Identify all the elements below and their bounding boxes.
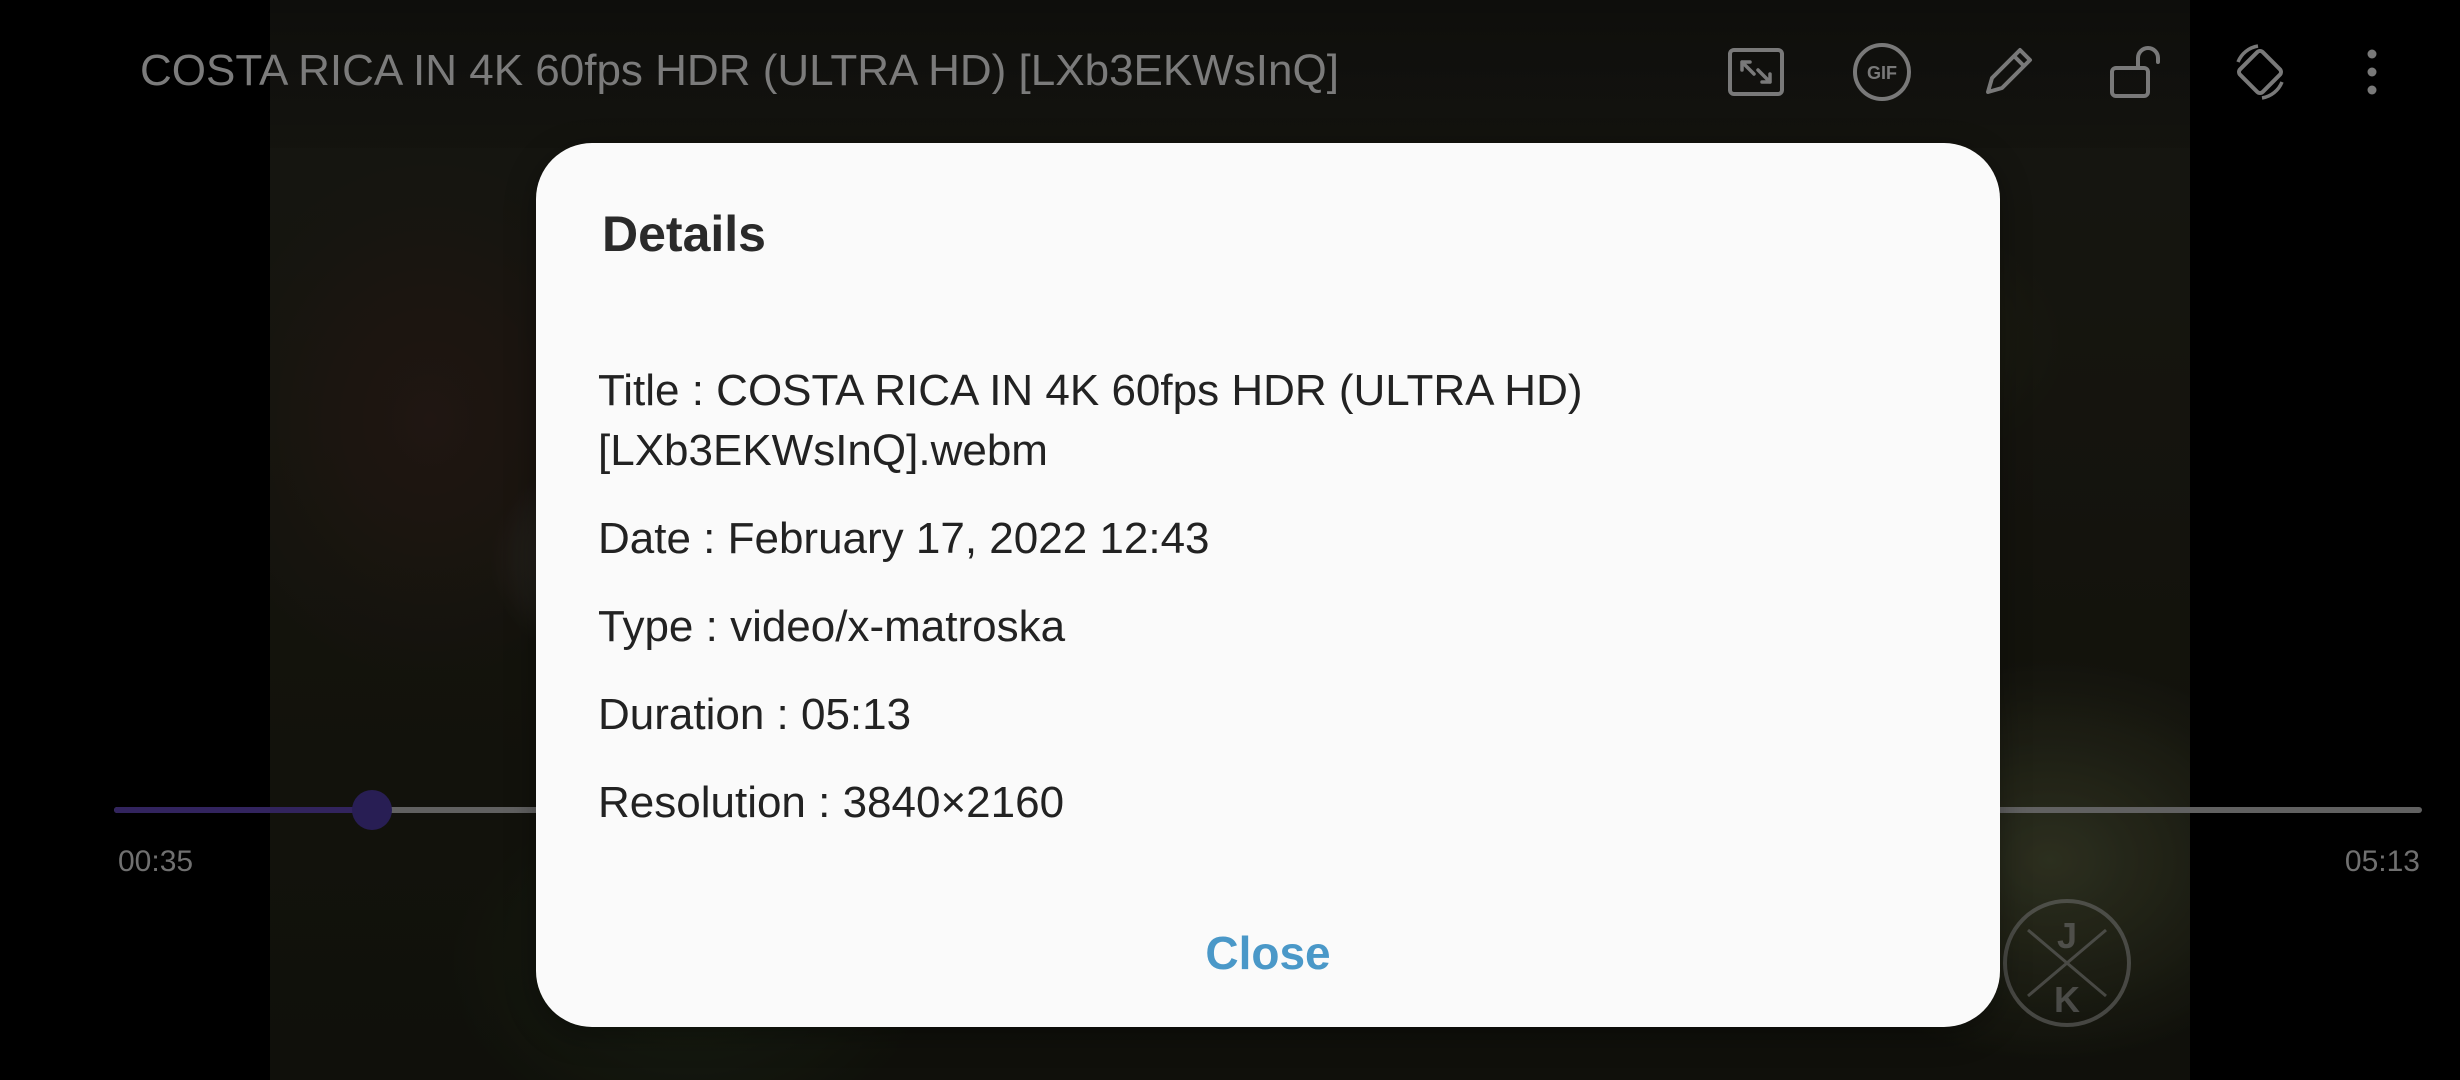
details-list: Title : COSTA RICA IN 4K 60fps HDR (ULTR…: [598, 361, 1898, 861]
detail-resolution: Resolution : 3840×2160: [598, 778, 1065, 827]
close-button[interactable]: Close: [1158, 913, 1378, 993]
video-player-screen: COSTA RICA IN 4K 60fps HDR (ULTRA HD) [L…: [0, 0, 2460, 1080]
detail-duration: Duration : 05:13: [598, 690, 912, 739]
detail-date: Date : February 17, 2022 12:43: [598, 514, 1210, 563]
dialog-title: Details: [602, 206, 766, 262]
detail-type: Type : video/x-matroska: [598, 602, 1066, 651]
details-dialog: Details Title : COSTA RICA IN 4K 60fps H…: [536, 143, 2000, 1027]
detail-title: Title : COSTA RICA IN 4K 60fps HDR (ULTR…: [598, 366, 1583, 475]
